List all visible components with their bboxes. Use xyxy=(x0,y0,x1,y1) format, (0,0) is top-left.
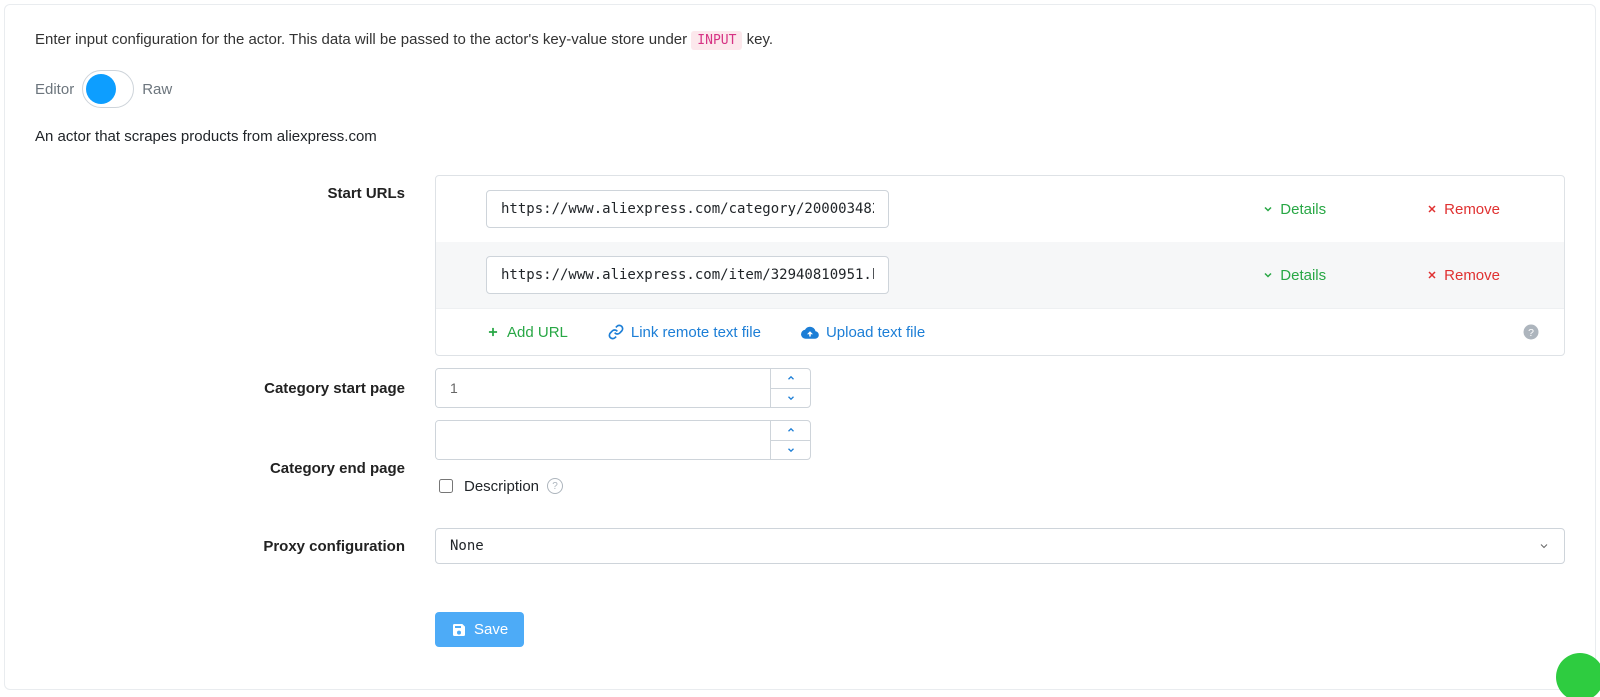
link-remote-label: Link remote text file xyxy=(631,324,761,341)
chevron-down-icon xyxy=(1262,269,1274,281)
category-start-page-input[interactable] xyxy=(436,369,770,407)
upload-label: Upload text file xyxy=(826,324,925,341)
url-details-button[interactable]: Details xyxy=(1262,267,1326,284)
url-row: Details Remove xyxy=(436,176,1564,242)
intro-before: Enter input configuration for the actor.… xyxy=(35,31,691,48)
url-remove-button[interactable]: Remove xyxy=(1426,201,1500,218)
details-label: Details xyxy=(1280,201,1326,218)
description-checkbox-label: Description xyxy=(464,478,539,495)
number-steppers xyxy=(770,421,810,459)
details-label: Details xyxy=(1280,267,1326,284)
category-end-page-group xyxy=(435,420,811,460)
input-config-panel: Enter input configuration for the actor.… xyxy=(4,4,1596,690)
plus-icon xyxy=(486,325,500,339)
url-input[interactable] xyxy=(486,190,889,228)
proxy-select-value: None xyxy=(450,538,484,554)
stepper-up[interactable] xyxy=(771,369,810,388)
row-start-urls: Start URLs Details Remove xyxy=(35,175,1565,356)
chevron-up-icon xyxy=(786,373,796,383)
row-proxy-configuration: Proxy configuration None xyxy=(35,528,1565,564)
spacer xyxy=(35,576,435,586)
category-start-page-group xyxy=(435,368,811,408)
row-category-end-page: Category end page Description ? xyxy=(35,420,1565,516)
url-input[interactable] xyxy=(486,256,889,294)
stepper-down[interactable] xyxy=(771,440,810,460)
description-checkbox-row: Description ? xyxy=(435,476,1565,496)
url-row: Details Remove xyxy=(436,242,1564,308)
row-category-start-page: Category start page xyxy=(35,368,1565,408)
actor-description: An actor that scrapes products from alie… xyxy=(35,128,1565,145)
close-icon xyxy=(1426,269,1438,281)
url-remove-button[interactable]: Remove xyxy=(1426,267,1500,284)
url-details-button[interactable]: Details xyxy=(1262,201,1326,218)
intro-after: key. xyxy=(747,31,773,48)
save-button[interactable]: Save xyxy=(435,612,524,647)
help-icon[interactable]: ? xyxy=(547,478,563,494)
chevron-down-icon xyxy=(786,445,796,455)
label-category-start-page: Category start page xyxy=(35,380,435,397)
editor-raw-toggle-row: Editor Raw xyxy=(35,70,1565,108)
close-icon xyxy=(1426,203,1438,215)
help-icon[interactable]: ? xyxy=(1522,323,1540,341)
row-save: Save xyxy=(35,576,1565,647)
url-actions-row: Add URL Link remote text file Upload tex… xyxy=(436,308,1564,355)
link-remote-file-button[interactable]: Link remote text file xyxy=(608,324,761,341)
save-label: Save xyxy=(474,621,508,638)
remove-label: Remove xyxy=(1444,201,1500,218)
save-icon xyxy=(451,622,467,638)
add-url-label: Add URL xyxy=(507,324,568,341)
toggle-label-raw: Raw xyxy=(142,81,172,98)
upload-text-file-button[interactable]: Upload text file xyxy=(801,324,925,341)
add-url-button[interactable]: Add URL xyxy=(486,324,568,341)
intro-text: Enter input configuration for the actor.… xyxy=(35,31,1565,48)
toggle-label-editor: Editor xyxy=(35,81,74,98)
chevron-down-icon xyxy=(1538,540,1550,552)
chevron-down-icon xyxy=(1262,203,1274,215)
number-steppers xyxy=(770,369,810,407)
label-proxy-configuration: Proxy configuration xyxy=(35,538,435,555)
input-key-badge: INPUT xyxy=(691,31,742,50)
stepper-up[interactable] xyxy=(771,421,810,440)
category-end-page-input[interactable] xyxy=(436,421,770,459)
editor-raw-toggle[interactable] xyxy=(82,70,134,108)
label-category-end-page: Category end page xyxy=(35,460,435,477)
remove-label: Remove xyxy=(1444,267,1500,284)
link-icon xyxy=(608,324,624,340)
start-urls-box: Details Remove Details xyxy=(435,175,1565,356)
svg-text:?: ? xyxy=(1528,327,1534,339)
chevron-up-icon xyxy=(786,425,796,435)
stepper-down[interactable] xyxy=(771,388,810,408)
chevron-down-icon xyxy=(786,393,796,403)
proxy-configuration-select[interactable]: None xyxy=(435,528,1565,564)
toggle-knob xyxy=(86,74,116,104)
cloud-upload-icon xyxy=(801,325,819,339)
description-checkbox[interactable] xyxy=(439,479,453,493)
label-start-urls: Start URLs xyxy=(35,175,435,202)
chat-fab[interactable] xyxy=(1556,653,1600,697)
